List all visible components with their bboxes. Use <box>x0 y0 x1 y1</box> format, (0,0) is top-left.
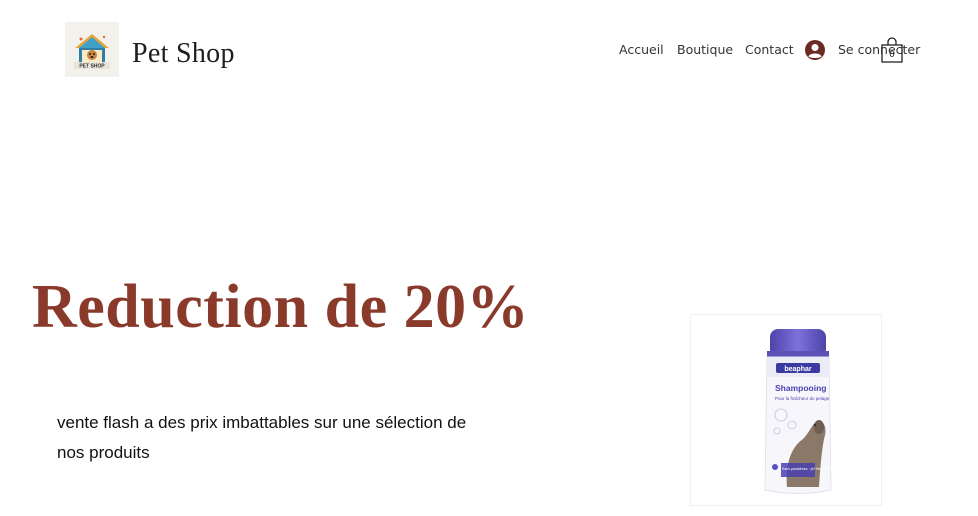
hero-description: vente flash a des prix imbattables sur u… <box>57 413 467 462</box>
product-brand: beaphar <box>784 366 812 373</box>
product-subtitle: Pour la fraîcheur du pelage <box>775 396 830 401</box>
nav-boutique[interactable]: Boutique <box>677 42 733 57</box>
shopping-bag-icon[interactable]: 0 <box>880 36 904 64</box>
product-image[interactable]: beaphar Shampooing Pour la fraîcheur du … <box>690 314 882 506</box>
user-avatar-icon[interactable] <box>805 40 825 60</box>
nav-contact[interactable]: Contact <box>745 42 794 57</box>
hero-title: Reduction de 20% <box>32 273 530 341</box>
cart-count: 0 <box>889 50 895 60</box>
svg-text:PET SHOP: PET SHOP <box>79 63 105 69</box>
logo[interactable]: PET SHOP <box>65 22 119 77</box>
product-name: Shampooing <box>775 383 826 393</box>
product-footnote: Sans parabènes · pH Neutre · Extra doux <box>782 467 847 471</box>
brand-title[interactable]: Pet Shop <box>132 38 235 70</box>
doghouse-icon: PET SHOP <box>74 33 110 69</box>
nav-accueil[interactable]: Accueil <box>619 42 664 57</box>
